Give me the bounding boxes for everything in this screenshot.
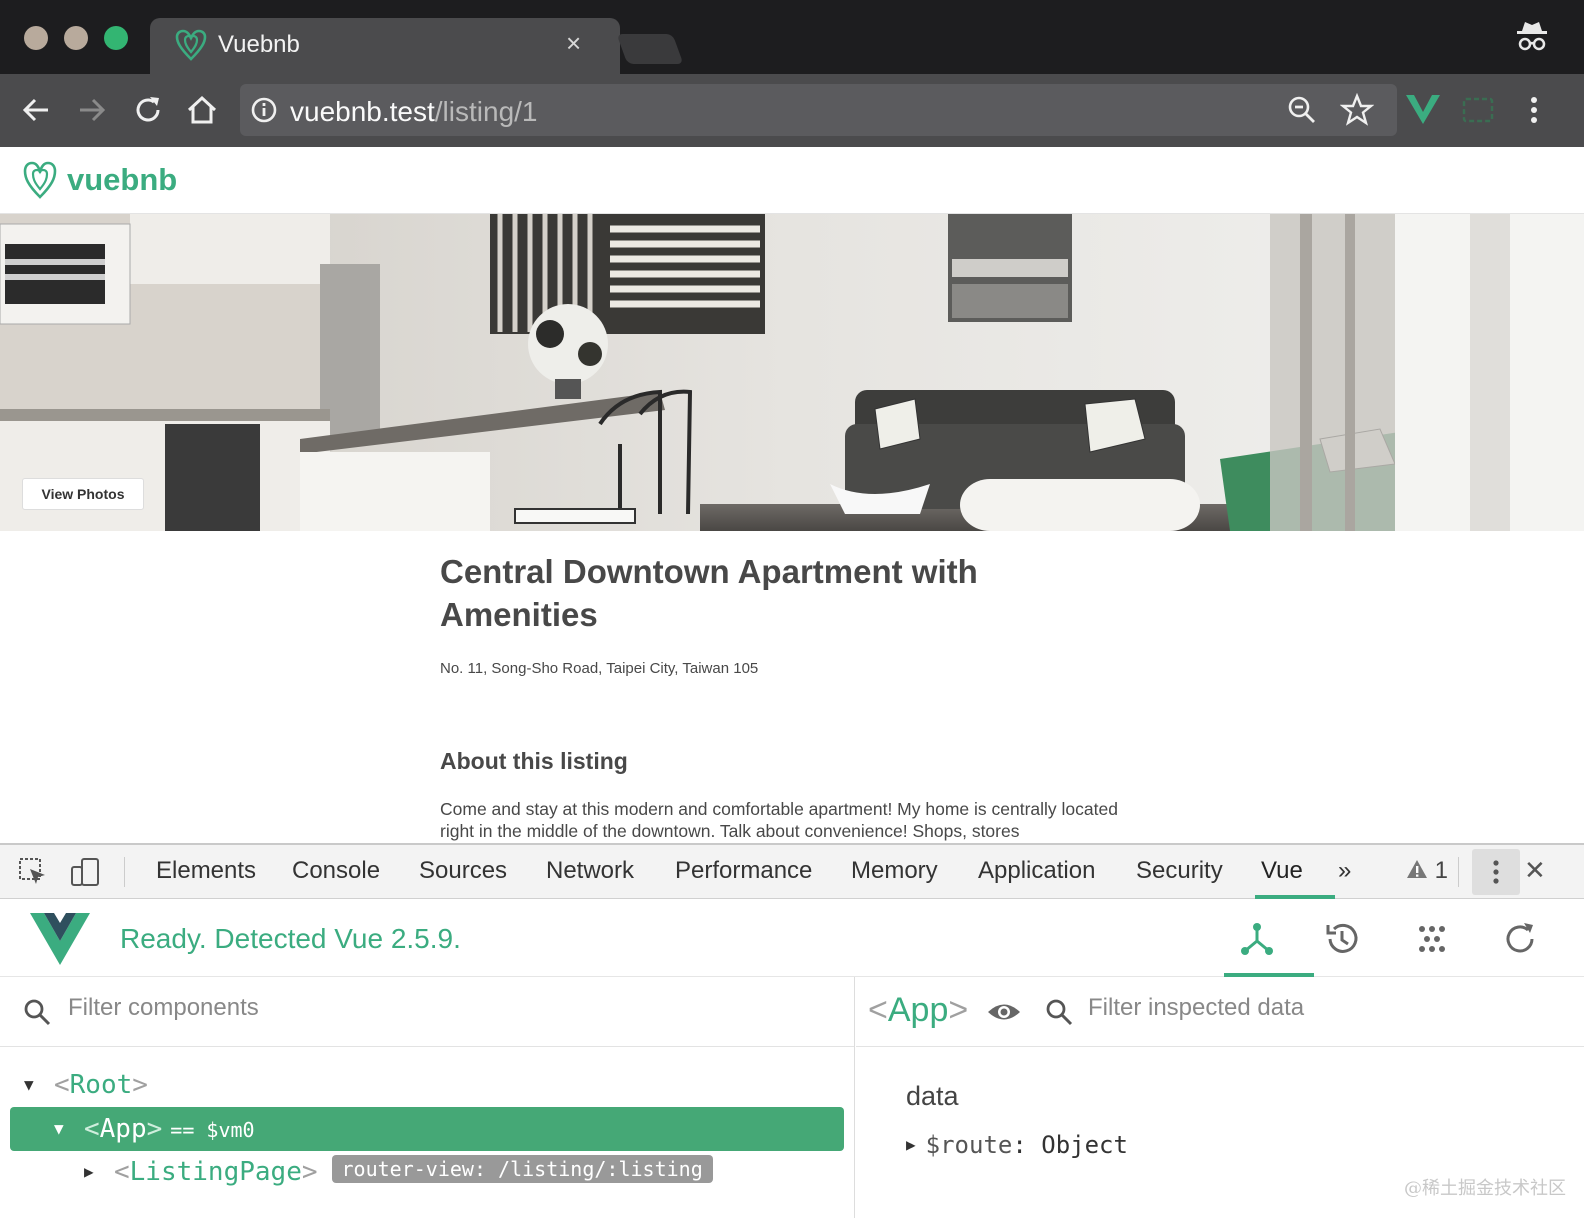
address-bar[interactable]: vuebnb.test/listing/1 [240,84,1397,136]
minimize-window-button[interactable] [64,26,88,50]
search-icon [24,999,51,1026]
router-view-badge: router-view: /listing/:listing [331,1155,713,1183]
tab-performance[interactable]: Performance [675,857,812,885]
tree-node-app[interactable]: ▼ <App> == $vm0 [10,1107,844,1151]
star-icon[interactable] [1340,93,1374,127]
listing-title: Central Downtown Apartment with Amenitie… [440,553,978,633]
watermark: @稀土掘金技术社区 [1404,1178,1566,1199]
more-tabs-button[interactable]: » [1338,857,1351,885]
site-name[interactable]: vuebnb [67,162,177,198]
filter-inspected-data-input[interactable] [1088,994,1548,1022]
close-window-button[interactable] [24,26,48,50]
warning-counter[interactable]: 1 [1406,857,1448,885]
component-name: App [99,1114,147,1144]
tab-title: Vuebnb [218,31,300,58]
tab-vue[interactable]: Vue [1261,857,1303,885]
new-tab-button[interactable] [616,34,684,64]
url-text: vuebnb.test/listing/1 [290,96,538,128]
url-path: /listing/1 [434,96,538,127]
tab-memory[interactable]: Memory [851,857,938,885]
expand-toggle[interactable]: ▼ [54,1107,64,1151]
vue-devtools-extension-icon[interactable] [1404,90,1442,128]
maximize-window-button[interactable] [104,26,128,50]
inspect-element-icon[interactable] [18,857,48,887]
toolbar-divider [124,857,125,887]
tree-node-root[interactable]: ▼ <Root> [10,1063,844,1107]
about-heading: About this listing [440,748,628,774]
filter-components-row [0,977,854,1047]
kebab-menu-icon [1493,860,1499,884]
site-header: vuebnb [0,147,1584,214]
tab-close-button[interactable]: × [566,30,581,56]
forward-icon[interactable] [74,92,110,128]
vuebnb-logo-icon[interactable] [22,160,58,200]
vue-logo-icon [30,913,90,965]
component-name: ListingPage [129,1157,302,1187]
component-label: <ListingPage> router-view: /listing/:list… [114,1150,713,1194]
browser-toolbar: vuebnb.test/listing/1 [0,74,1584,147]
vuex-icon[interactable] [1412,919,1452,959]
info-icon[interactable] [250,96,278,124]
about-text: Come and stay at this modern and comfort… [440,799,1118,841]
selected-component-name: App [887,991,949,1029]
zoom-icon[interactable] [1286,94,1318,126]
devtools-menu-button[interactable] [1472,849,1520,895]
eye-icon[interactable] [986,997,1022,1027]
filter-components-input[interactable] [68,994,468,1022]
close-devtools-button[interactable]: ✕ [1524,855,1546,886]
devtools-tabbar: Elements Console Sources Network Perform… [0,845,1584,899]
toolbar-divider [1458,857,1459,887]
component-label: <App> == $vm0 [84,1114,255,1144]
data-property-route[interactable]: ▶ $route: Object [906,1131,1128,1159]
home-icon[interactable] [184,92,220,128]
browser-titlebar: Vuebnb × [0,0,1584,74]
data-section-title: data [906,1081,959,1111]
tab-sources[interactable]: Sources [419,857,507,885]
tab-network[interactable]: Network [546,857,634,885]
expand-toggle[interactable]: ▶ [906,1135,916,1154]
components-tab-icon[interactable] [1237,919,1277,959]
component-name: Root [69,1070,133,1100]
tab-elements[interactable]: Elements [156,857,256,885]
reload-icon[interactable] [130,92,166,128]
refresh-icon[interactable] [1500,919,1540,959]
warning-icon [1407,860,1427,878]
back-icon[interactable] [18,92,54,128]
tab-security[interactable]: Security [1136,857,1223,885]
devtools-panel: Elements Console Sources Network Perform… [0,843,1584,1218]
data-key: $route [925,1131,1013,1159]
history-icon[interactable] [1322,919,1362,959]
menu-icon[interactable] [1516,92,1552,128]
inspector-header: <App> [856,977,1584,1047]
device-toolbar-icon[interactable] [70,857,100,887]
expand-toggle[interactable]: ▼ [24,1063,34,1107]
selected-component: <App> [868,991,969,1029]
hero-image: View Photos [0,214,1584,531]
vue-status: Ready. Detected Vue 2.5.9. [120,923,461,954]
warning-count: 1 [1434,857,1449,884]
vuebnb-favicon-icon [175,29,207,61]
components-pane: ▼ <Root> ▼ <App>== $vm0 ▶ <ListingPage>r… [0,977,855,1218]
tab-console[interactable]: Console [292,857,380,885]
vue-devtools-header: Ready. Detected Vue 2.5.9. [0,899,1584,977]
web-page: vuebnb View Photos Central Downtown Apar… [0,147,1584,843]
component-label: <Root> [54,1070,148,1100]
browser-tab[interactable]: Vuebnb × [150,18,620,74]
apartment-photo [0,214,1584,531]
tree-node-listingpage[interactable]: ▶ <ListingPage> router-view: /listing/:li… [10,1150,844,1194]
listing-address: No. 11, Song-Sho Road, Taipei City, Taiw… [440,660,759,677]
expand-toggle[interactable]: ▶ [84,1150,94,1194]
search-icon [1046,999,1073,1026]
data-value: Object [1041,1131,1128,1159]
view-photos-button[interactable]: View Photos [22,478,144,510]
tab-application[interactable]: Application [978,857,1095,885]
url-host: vuebnb.test [290,96,435,127]
extension-icon[interactable] [1460,92,1496,128]
incognito-icon[interactable] [1514,18,1550,54]
vm-reference: == $vm0 [170,1118,255,1142]
